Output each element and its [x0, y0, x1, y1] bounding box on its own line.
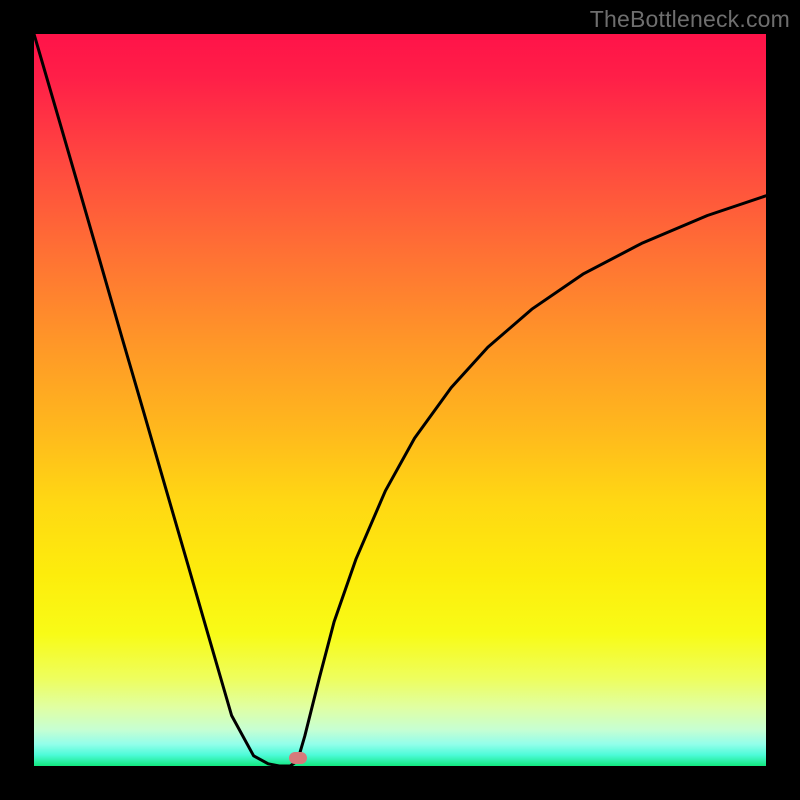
curve-path	[34, 34, 766, 766]
bottleneck-curve	[34, 34, 766, 766]
chart-frame: TheBottleneck.com	[0, 0, 800, 800]
watermark-text: TheBottleneck.com	[590, 6, 790, 33]
optimal-point-marker	[289, 752, 307, 764]
